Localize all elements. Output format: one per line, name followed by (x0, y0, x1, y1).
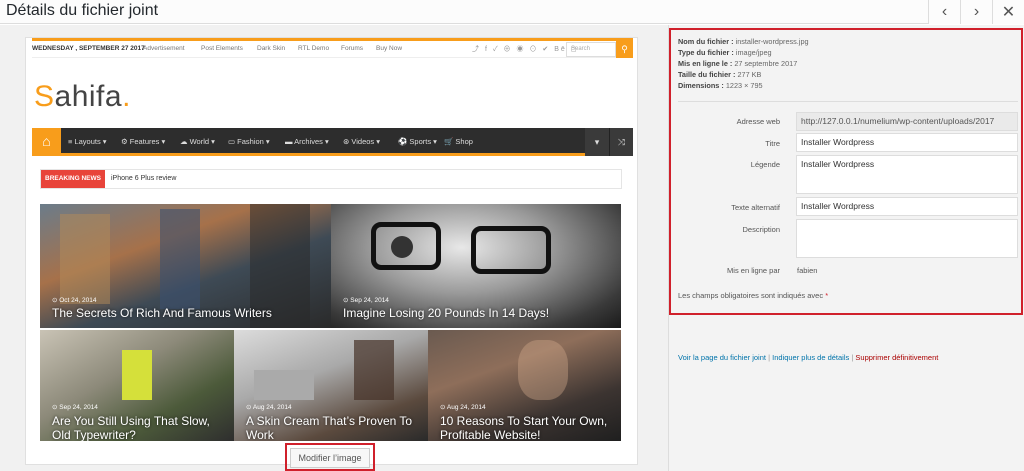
cart-icon: ▾ (585, 128, 609, 156)
breaking-news-tag: BREAKING NEWS (41, 170, 105, 188)
topbar-link: Buy Now (376, 45, 403, 52)
topbar-link: RTL Demo (298, 45, 330, 52)
image-preview: WEDNESDAY , SEPTEMBER 27 2017 Advertisem… (25, 37, 638, 465)
chevron-left-icon: ‹ (941, 3, 948, 20)
close-icon: ✕ (1001, 4, 1016, 21)
image-preview-area: WEDNESDAY , SEPTEMBER 27 2017 Advertisem… (0, 25, 668, 471)
site-main-nav: ⌂ ≡ Layouts ▾ ⚙ Features ▾ ☁ World ▾ ▭ F… (32, 128, 633, 156)
details-highlight (669, 28, 1023, 315)
post-date: ⊙ Sep 24, 2014 (343, 297, 389, 304)
post-title: The Secrets Of Rich And Famous Writers (52, 306, 272, 320)
modify-image-button[interactable]: Modifier l’image (290, 448, 370, 468)
post-title: Are You Still Using That Slow, (52, 414, 210, 428)
modal-title: Détails du fichier joint (6, 2, 159, 19)
post-tile: ⊙ Sep 24, 2014 Are You Still Using That … (40, 330, 234, 441)
previous-button[interactable]: ‹ (928, 0, 960, 24)
attachment-links: Voir la page du fichier joint | Indiquer… (678, 353, 939, 362)
post-tile: ⊙ Oct 24, 2014 The Secrets Of Rich And F… (40, 204, 331, 328)
nav-item: 🛒 Shop (444, 137, 473, 146)
next-button[interactable]: › (960, 0, 992, 24)
post-date: ⊙ Sep 24, 2014 (52, 404, 98, 411)
post-title-line2: Old Typewriter? (52, 428, 136, 441)
post-tile: ⊙ Sep 24, 2014 Imagine Losing 20 Pounds … (331, 204, 621, 328)
breaking-news-bar: BREAKING NEWS iPhone 6 Plus review (40, 169, 622, 189)
site-date: WEDNESDAY , SEPTEMBER 27 2017 (32, 45, 145, 52)
nav-item: ▬ Archives ▾ (285, 137, 329, 146)
social-icons: ⤴ f ✓ ⊕ ◉ ⊙ ✔ Bē ◻ (472, 46, 579, 53)
nav-item: ⊛ Videos ▾ (343, 137, 381, 146)
post-title: A Skin Cream That’s Proven To (246, 414, 413, 428)
nav-item: ⚽ Sports ▾ (398, 137, 437, 146)
post-date: ⊙ Aug 24, 2014 (246, 404, 292, 411)
post-title: Imagine Losing 20 Pounds In 14 Days! (343, 306, 550, 320)
post-title-line2: Work (246, 428, 274, 441)
breaking-news-headline: iPhone 6 Plus review (111, 175, 177, 182)
close-button[interactable]: ✕ (992, 0, 1024, 24)
nav-item: ≡ Layouts ▾ (68, 137, 107, 146)
home-icon: ⌂ (32, 128, 61, 156)
topbar-link: Forums (341, 45, 364, 52)
view-attachment-link[interactable]: Voir la page du fichier joint (678, 353, 766, 362)
topbar-link: Dark Skin (257, 45, 286, 52)
modal-header: Détails du fichier joint ‹ › ✕ (0, 0, 1024, 24)
post-tile: ⊙ Aug 24, 2014 10 Reasons To Start Your … (428, 330, 621, 441)
post-title-line2: Profitable Website! (440, 428, 541, 441)
search-icon: ⚲ (616, 41, 633, 58)
post-date: ⊙ Aug 24, 2014 (440, 404, 486, 411)
nav-item: ☁ World ▾ (180, 137, 215, 146)
nav-item: ▭ Fashion ▾ (228, 137, 270, 146)
delete-permanently-link[interactable]: Supprimer définitivement (855, 353, 938, 362)
shuffle-icon: ⤨ (609, 128, 633, 156)
site-topbar: WEDNESDAY , SEPTEMBER 27 2017 Advertisem… (32, 38, 633, 58)
site-logo: Sahifa. (34, 80, 131, 113)
topbar-link: Post Elements (201, 45, 243, 52)
chevron-right-icon: › (973, 3, 980, 20)
post-date: ⊙ Oct 24, 2014 (52, 297, 97, 304)
post-title: 10 Reasons To Start Your Own, (440, 414, 608, 428)
post-tile: ⊙ Aug 24, 2014 A Skin Cream That’s Prove… (234, 330, 428, 441)
site-search: Search (566, 42, 616, 57)
edit-details-link[interactable]: Indiquer plus de détails (772, 353, 849, 362)
nav-item: ⚙ Features ▾ (121, 137, 166, 146)
topbar-link: Advertisement (143, 45, 185, 52)
